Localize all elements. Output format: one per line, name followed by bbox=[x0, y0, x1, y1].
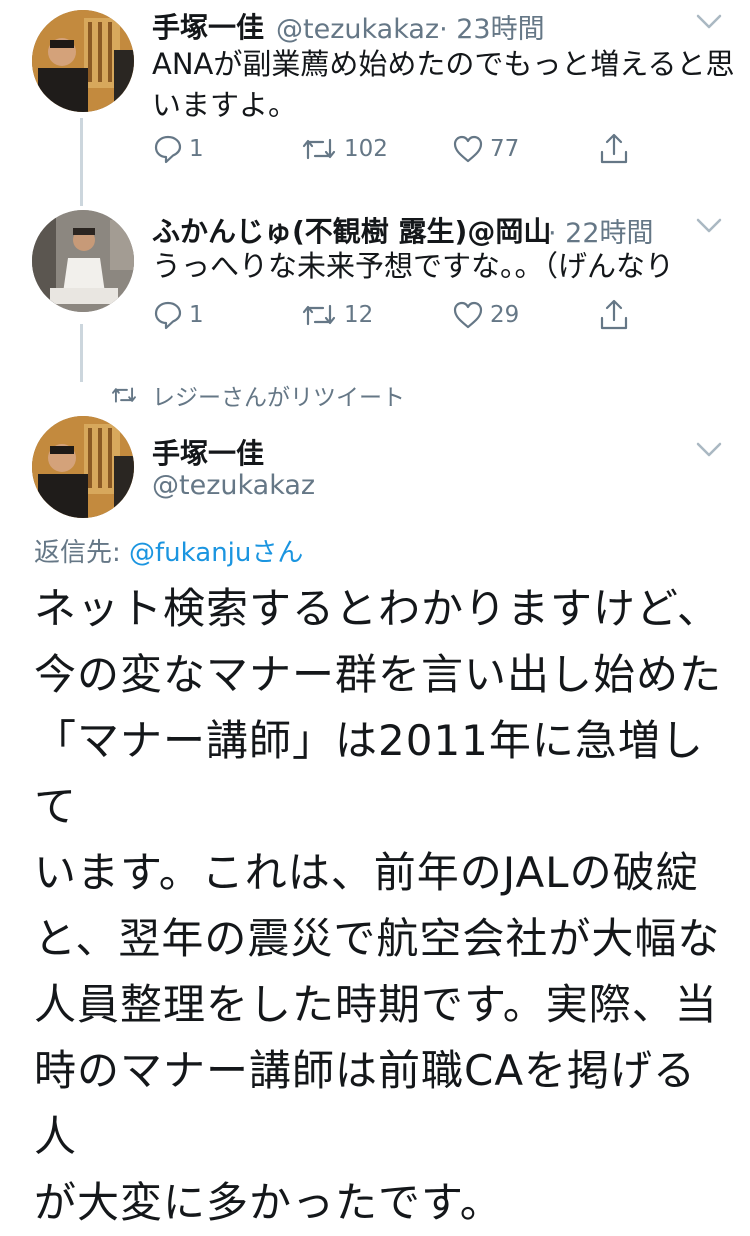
retweet-count: 102 bbox=[344, 136, 388, 162]
like-count: 77 bbox=[490, 136, 520, 162]
author-handle[interactable]: @tezukakaz bbox=[152, 470, 315, 501]
like-count: 29 bbox=[490, 302, 520, 328]
chevron-down-icon[interactable] bbox=[696, 442, 722, 462]
chevron-down-icon[interactable] bbox=[696, 14, 722, 34]
tweet-text-line: うっへりな未来予想ですな。。（げんなり bbox=[152, 249, 675, 283]
heart-icon bbox=[453, 301, 483, 329]
thread-line bbox=[80, 324, 83, 382]
avatar[interactable] bbox=[32, 210, 134, 312]
tweet-time[interactable]: · 22時間 bbox=[548, 211, 654, 250]
avatar[interactable] bbox=[32, 416, 134, 518]
author-handle[interactable]: @tezukakaz bbox=[276, 14, 439, 45]
retweet-button[interactable]: 12 bbox=[300, 300, 373, 330]
reply-prefix: 返信先: bbox=[34, 538, 130, 568]
main-tweet-line: ネット検索するとわかりますけど、 bbox=[34, 584, 720, 633]
like-button[interactable]: 77 bbox=[452, 134, 519, 164]
reply-icon bbox=[154, 135, 182, 164]
retweet-count: 12 bbox=[344, 302, 374, 328]
main-tweet-line: が大変に多かったです。 bbox=[34, 1178, 503, 1227]
thread-line bbox=[80, 118, 83, 206]
tweet-text: ANAが副業薦め始めたのでもっと増えると思 いますよ。 bbox=[152, 44, 735, 126]
like-button[interactable]: 29 bbox=[452, 300, 519, 330]
tweet-meta: @tezukakaz· 23時間 bbox=[276, 7, 545, 46]
reply-button[interactable]: 1 bbox=[153, 300, 204, 330]
tweet-time[interactable]: · 23時間 bbox=[439, 14, 545, 45]
tweet-text-line: いますよ。 bbox=[152, 88, 298, 122]
tweet-text: うっへりな未来予想ですな。。（げんなり bbox=[152, 246, 674, 287]
share-icon bbox=[600, 299, 628, 330]
retweet-icon bbox=[302, 138, 336, 160]
retweet-icon bbox=[302, 304, 336, 326]
author-name[interactable]: 手塚一佳 bbox=[152, 432, 264, 472]
reply-button[interactable]: 1 bbox=[153, 134, 204, 164]
tweet-text-line: ANAが副業薦め始めたのでもっと増えると思 bbox=[152, 47, 735, 81]
reply-icon bbox=[154, 301, 182, 330]
main-tweet-text: ネット検索するとわかりますけど、 今の変なマナー群を言い出し始めた 「マナー講師… bbox=[34, 576, 734, 1236]
retweet-button[interactable]: 102 bbox=[300, 134, 388, 164]
main-tweet-line: 人員整理をした時期です。実際、当 bbox=[34, 980, 718, 1029]
retweet-banner-text: レジーさんがリツイート bbox=[152, 385, 405, 411]
retweet-icon bbox=[112, 387, 136, 403]
share-button[interactable] bbox=[598, 132, 636, 166]
main-tweet-line: と、翌年の震災で航空会社が大幅な bbox=[34, 914, 721, 963]
reply-context: 返信先: @fukanjuさん bbox=[34, 532, 303, 569]
chevron-down-icon[interactable] bbox=[696, 218, 722, 238]
author-name[interactable]: 手塚一佳 bbox=[152, 6, 264, 46]
heart-icon bbox=[453, 135, 483, 163]
share-button[interactable] bbox=[598, 298, 636, 332]
retweet-banner[interactable]: レジーさんがリツイート bbox=[110, 378, 405, 412]
main-tweet-line: います。これは、前年のJALの破綻 bbox=[34, 848, 699, 897]
reply-count: 1 bbox=[189, 302, 204, 328]
main-tweet-line: 「マナー講師」は2011年に急増して bbox=[34, 716, 704, 831]
avatar[interactable] bbox=[32, 10, 134, 112]
reply-handle-link[interactable]: @fukanju bbox=[129, 538, 251, 568]
main-tweet-line: 今の変なマナー群を言い出し始めた bbox=[34, 650, 723, 699]
reply-suffix: さん bbox=[251, 538, 304, 568]
main-tweet-line: 時のマナー講師は前職CAを掲げる人 bbox=[34, 1046, 697, 1161]
reply-count: 1 bbox=[189, 136, 204, 162]
share-icon bbox=[600, 133, 628, 164]
author-name[interactable]: ふかんじゅ(不観樹 露生)@岡山 bbox=[152, 210, 551, 250]
